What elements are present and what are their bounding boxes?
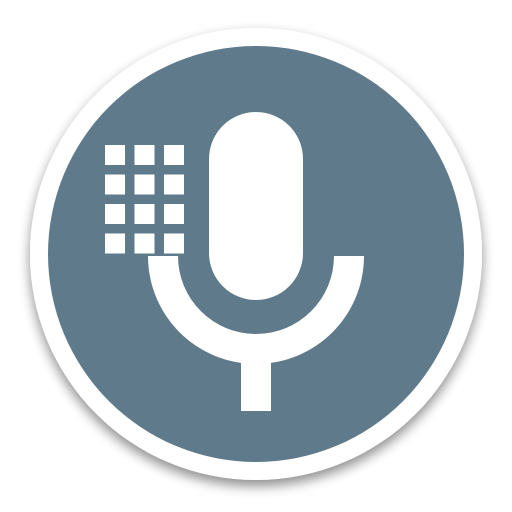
microphone-stand (241, 356, 271, 411)
keypad-key (134, 174, 155, 195)
microphone-capsule (209, 112, 303, 300)
keypad-key (164, 204, 184, 224)
keypad-key (105, 174, 125, 195)
keypad-key (105, 204, 125, 224)
keypad-key (134, 204, 155, 224)
keypad-key (164, 145, 184, 165)
keypad-key (134, 145, 155, 165)
app-icon-graphic (30, 28, 482, 480)
keypad-key (164, 233, 184, 254)
keypad-key (164, 174, 184, 195)
keypad-key (105, 233, 125, 254)
app-icon[interactable] (0, 0, 512, 512)
keypad-key (105, 145, 125, 165)
keypad-key (134, 233, 155, 254)
